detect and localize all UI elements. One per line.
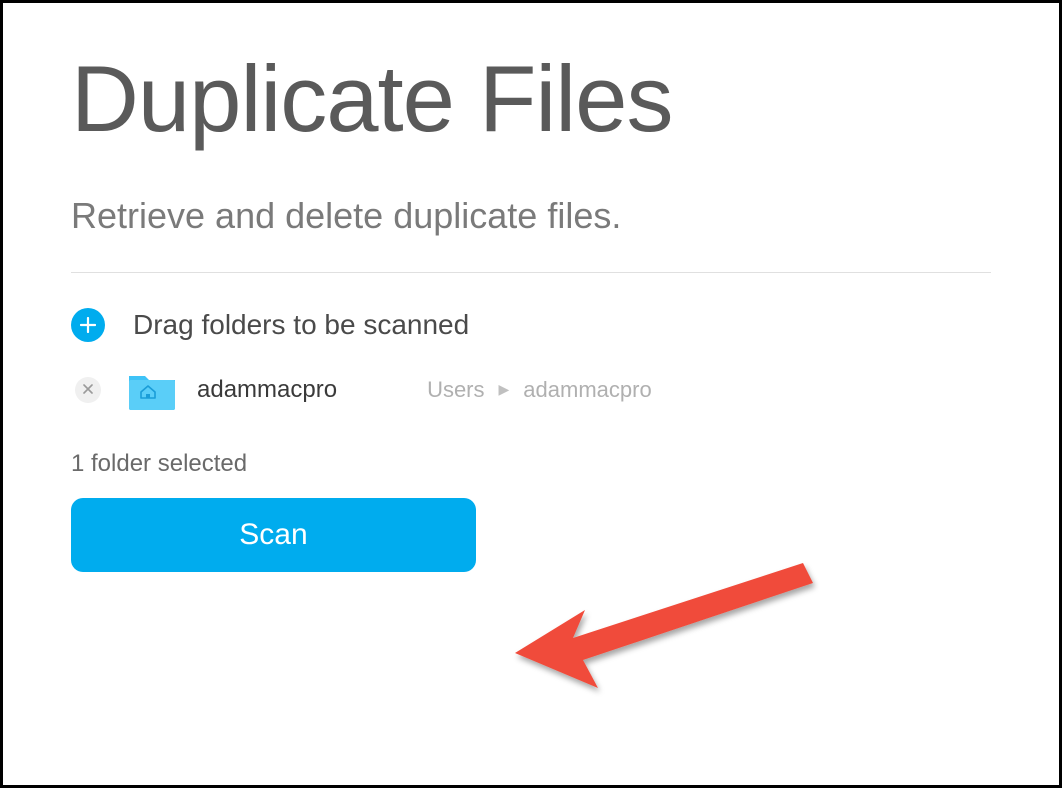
drag-folders-label: Drag folders to be scanned (133, 309, 469, 341)
breadcrumb-part: adammacpro (523, 377, 651, 403)
scan-button[interactable]: Scan (71, 498, 476, 572)
app-window: Duplicate Files Retrieve and delete dupl… (0, 0, 1062, 788)
breadcrumb: Users ▶ adammacpro (427, 377, 652, 403)
add-folder-button[interactable] (71, 308, 105, 342)
close-icon (83, 382, 93, 398)
chevron-right-icon: ▶ (499, 381, 510, 398)
divider (71, 272, 991, 273)
annotation-arrow-icon (503, 543, 823, 718)
drag-folders-row[interactable]: Drag folders to be scanned (71, 308, 991, 342)
plus-icon (80, 317, 96, 333)
folder-name: adammacpro (197, 376, 337, 404)
breadcrumb-part: Users (427, 377, 484, 403)
page-subtitle: Retrieve and delete duplicate files. (71, 195, 991, 237)
folder-item: adammacpro Users ▶ adammacpro (71, 370, 991, 410)
page-title: Duplicate Files (71, 33, 991, 165)
selection-status: 1 folder selected (71, 450, 991, 478)
home-folder-icon (127, 370, 177, 410)
remove-folder-button[interactable] (75, 377, 101, 403)
scan-button-label: Scan (239, 518, 307, 552)
